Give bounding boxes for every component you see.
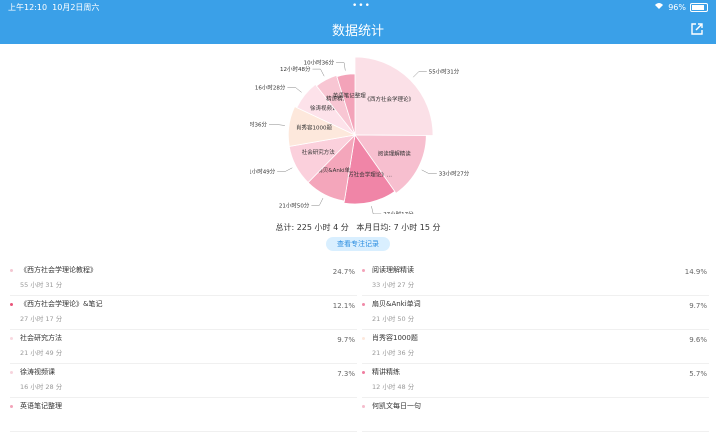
callout-label: 21小时50分 xyxy=(279,201,310,209)
item-duration: 21 小时 50 分 xyxy=(372,315,415,323)
callout-line xyxy=(371,206,382,214)
callout-line xyxy=(287,87,302,93)
item-percent: 9.6% xyxy=(689,336,707,344)
pie-chart: 《西方社会学理论》 55小时31分 阅读理解精读 33小时27分 《西方社会学理论》..… xyxy=(250,52,480,214)
slice-label: 社会研究方法 xyxy=(302,148,336,156)
callout-line xyxy=(269,124,285,126)
item-percent: 12.1% xyxy=(332,302,355,310)
color-dot xyxy=(10,303,13,306)
callout-line xyxy=(311,197,324,206)
list-item[interactable]: 肖秀容1000题 21 小时 36 分 9.6% xyxy=(362,330,709,364)
multitask-dots[interactable]: ••• xyxy=(352,1,371,11)
callout-label: 10小时36分 xyxy=(304,59,335,67)
callout-line xyxy=(336,62,346,71)
status-date: 10月2日周六 xyxy=(52,3,100,12)
item-duration: 12 小时 48 分 xyxy=(372,383,415,391)
item-name: 《西方社会学理论教程》 xyxy=(20,266,97,274)
status-indicators: 96% xyxy=(654,2,708,12)
list-item[interactable]: 社会研究方法 21 小时 49 分 9.7% xyxy=(10,330,357,364)
item-percent: 9.7% xyxy=(337,336,355,344)
summary-line: 总计: 225 小时 4 分 本月日均: 7 小时 15 分 xyxy=(0,222,716,233)
callout-line xyxy=(312,68,325,77)
color-dot xyxy=(362,337,365,340)
color-dot xyxy=(10,405,13,408)
list-item[interactable]: 英语笔记整理 xyxy=(10,398,357,432)
list-item[interactable]: 何凯文每日一句 xyxy=(362,398,709,432)
item-name: 《西方社会学理论》&笔记 xyxy=(20,300,103,308)
item-percent: 24.7% xyxy=(332,268,355,276)
list-item[interactable]: 精讲精练 12 小时 48 分 5.7% xyxy=(362,364,709,398)
list-item[interactable]: 徐涛视频课 16 小时 28 分 7.3% xyxy=(10,364,357,398)
item-duration: 16 小时 28 分 xyxy=(20,383,63,391)
slice-label: 阅读理解精读 xyxy=(378,150,412,158)
item-percent: 5.7% xyxy=(689,370,707,378)
item-duration: 33 小时 27 分 xyxy=(372,281,415,289)
callout-label: 21小时49分 xyxy=(250,168,276,176)
left-list: 《西方社会学理论教程》 55 小时 31 分 24.7% 《西方社会学理论》&笔… xyxy=(10,262,357,432)
right-list: 阅读理解精读 33 小时 27 分 14.9% 扇贝&Anki单词 21 小时 … xyxy=(362,262,709,432)
item-duration: 21 小时 36 分 xyxy=(372,349,415,357)
item-name: 英语笔记整理 xyxy=(20,402,62,410)
callout-label: 27小时17分 xyxy=(383,210,414,214)
total-time: 总计: 225 小时 4 分 xyxy=(275,223,349,232)
color-dot xyxy=(10,337,13,340)
item-name: 徐涛视频课 xyxy=(20,368,55,376)
color-dot xyxy=(10,371,13,374)
item-percent: 9.7% xyxy=(689,302,707,310)
callout-line xyxy=(421,169,437,174)
item-duration: 27 小时 17 分 xyxy=(20,315,63,323)
view-history-button[interactable]: 查看专注记录 xyxy=(326,237,390,251)
callout-line xyxy=(413,71,427,78)
item-duration: 55 小时 31 分 xyxy=(20,281,63,289)
callout-line xyxy=(277,167,293,172)
item-name: 肖秀容1000题 xyxy=(372,334,418,342)
list-item[interactable]: 扇贝&Anki单词 21 小时 50 分 9.7% xyxy=(362,296,709,330)
color-dot xyxy=(362,405,365,408)
item-percent: 7.3% xyxy=(337,370,355,378)
color-dot xyxy=(362,303,365,306)
item-duration: 21 小时 49 分 xyxy=(20,349,63,357)
export-icon[interactable] xyxy=(690,21,704,35)
item-name: 精讲精练 xyxy=(372,368,400,376)
callout-label: 小时36分 xyxy=(250,121,267,129)
pie-chart-svg: 《西方社会学理论》55小时31分阅读理解精读33小时27分《西方社会学理论》..… xyxy=(250,56,470,214)
slice-label: 英语笔记整理 xyxy=(333,92,367,100)
list-item[interactable]: 《西方社会学理论》&笔记 27 小时 17 分 12.1% xyxy=(10,296,357,330)
page-title: 数据统计 xyxy=(331,24,384,39)
callout-label: 16小时28分 xyxy=(255,83,286,91)
callout-label: 55小时31分 xyxy=(429,68,460,76)
item-name: 何凯文每日一句 xyxy=(372,402,421,410)
battery-icon xyxy=(690,2,708,12)
list-item[interactable]: 阅读理解精读 33 小时 27 分 14.9% xyxy=(362,262,709,296)
status-time-date: 上午12:10 10月2日周六 xyxy=(8,2,99,13)
item-name: 阅读理解精读 xyxy=(372,266,414,274)
callout-label: 33小时27分 xyxy=(439,170,470,178)
status-time: 上午12:10 xyxy=(8,3,48,12)
item-percent: 14.9% xyxy=(684,268,707,276)
item-name: 社会研究方法 xyxy=(20,334,62,342)
header-bar: 上午12:10 10月2日周六 ••• 96% 数据统计 xyxy=(0,0,716,44)
color-dot xyxy=(362,371,365,374)
item-name: 扇贝&Anki单词 xyxy=(372,300,421,308)
daily-average: 本月日均: 7 小时 15 分 xyxy=(356,223,441,232)
color-dot xyxy=(10,269,13,272)
list-item[interactable]: 《西方社会学理论教程》 55 小时 31 分 24.7% xyxy=(10,262,357,296)
slice-label: 《西方社会学理论》 xyxy=(365,95,415,103)
battery-percent: 96% xyxy=(668,2,686,12)
slice-label: 肖秀容1000题 xyxy=(296,124,332,132)
wifi-icon xyxy=(654,2,664,12)
color-dot xyxy=(362,269,365,272)
